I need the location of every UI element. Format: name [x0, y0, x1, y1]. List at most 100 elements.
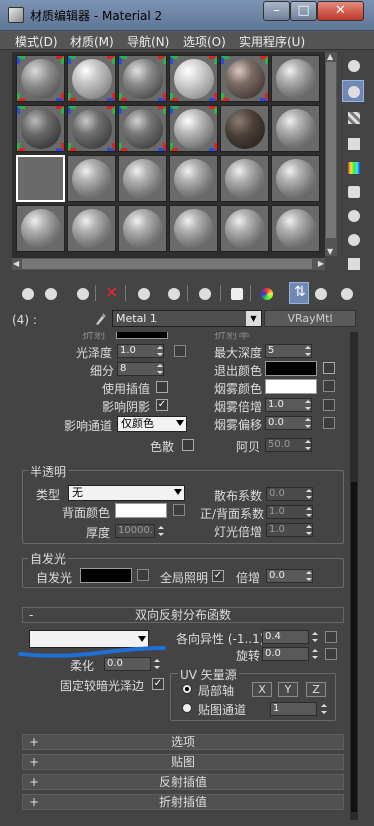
scroll-thumb[interactable]: [351, 482, 357, 812]
translucency-type-dropdown[interactable]: 无: [68, 485, 185, 501]
fog-color-swatch[interactable]: [265, 379, 317, 394]
sample-slot-20[interactable]: [67, 205, 116, 252]
material-id-channel-button[interactable]: [194, 282, 214, 304]
go-to-parent-button[interactable]: ⇅: [289, 282, 309, 304]
fog-color-map-button[interactable]: [323, 380, 335, 392]
scroll-right-arrow-icon[interactable]: ▶: [318, 259, 324, 268]
use-interpolation-checkbox[interactable]: [156, 381, 168, 393]
back-color-map-button[interactable]: [173, 504, 185, 516]
affect-shadows-checkbox[interactable]: ✓: [156, 399, 168, 411]
sample-slot-12[interactable]: [271, 105, 320, 152]
map-channel-input[interactable]: 1: [270, 702, 317, 716]
scatter-coeff-spinner[interactable]: [305, 487, 313, 501]
subdivs-spinner[interactable]: [156, 362, 164, 376]
refract-interp-rollout-header[interactable]: + 折射插值: [22, 794, 344, 810]
sample-slot-5[interactable]: [220, 55, 269, 102]
sample-slot-8[interactable]: [67, 105, 116, 152]
scroll-thumb[interactable]: [326, 62, 336, 238]
select-by-material-button[interactable]: [342, 228, 364, 250]
eyedropper-icon[interactable]: [94, 310, 108, 326]
sample-slot-21[interactable]: [118, 205, 167, 252]
sample-slot-17[interactable]: [220, 155, 269, 202]
reset-map-button[interactable]: ✕: [101, 282, 121, 304]
sample-slot-19[interactable]: [16, 205, 65, 252]
self-illumination-swatch[interactable]: [80, 568, 132, 583]
fix-dark-edges-checkbox[interactable]: ✓: [152, 678, 164, 690]
sample-slot-15[interactable]: [118, 155, 167, 202]
fwd-back-coeff-spinner[interactable]: [305, 505, 313, 519]
thickness-spinner[interactable]: [157, 524, 165, 538]
pick-from-object-button[interactable]: [336, 282, 356, 304]
background-button[interactable]: [342, 106, 364, 128]
put-to-library-button[interactable]: [163, 282, 183, 304]
fog-multiplier-spinner[interactable]: [304, 398, 312, 412]
sample-slot-18[interactable]: [271, 155, 320, 202]
options-button[interactable]: [342, 204, 364, 226]
anisotropy-input[interactable]: 0.4: [262, 630, 309, 644]
backlight-button[interactable]: [342, 80, 364, 102]
axis-y-button[interactable]: Y: [278, 682, 298, 697]
sample-slot-22[interactable]: [169, 205, 218, 252]
sample-slot-1[interactable]: [16, 55, 65, 102]
sample-slot-13[interactable]: [16, 155, 65, 202]
axis-x-button[interactable]: X: [252, 682, 272, 697]
reflect-interp-rollout-header[interactable]: + 反射插值: [22, 774, 344, 790]
local-axis-radio[interactable]: [182, 684, 192, 694]
light-multiplier-spinner[interactable]: [305, 523, 313, 537]
sample-slot-11[interactable]: [220, 105, 269, 152]
glossiness-spinner[interactable]: [156, 344, 164, 358]
sample-slot-2[interactable]: [67, 55, 116, 102]
menu-material[interactable]: 材质(M): [70, 33, 114, 50]
sample-slot-9[interactable]: [118, 105, 167, 152]
anisotropy-map-button[interactable]: [325, 631, 337, 643]
sample-slot-23[interactable]: [220, 205, 269, 252]
exit-color-checkbox[interactable]: [323, 362, 335, 374]
chevron-down-icon[interactable]: ▼: [246, 311, 261, 326]
uv-tiling-button[interactable]: [342, 132, 364, 154]
scroll-left-arrow-icon[interactable]: ◀: [13, 259, 19, 268]
dispersion-checkbox[interactable]: [182, 439, 194, 451]
gi-checkbox[interactable]: ✓: [212, 570, 224, 582]
map-channel-spinner[interactable]: [320, 702, 328, 716]
affect-channels-dropdown[interactable]: 仅颜色: [117, 416, 187, 432]
show-end-result-button[interactable]: [256, 282, 276, 304]
rotation-map-button[interactable]: [325, 648, 337, 660]
back-color-swatch[interactable]: [115, 503, 167, 518]
fog-multiplier-map-button[interactable]: [323, 399, 335, 411]
go-forward-sibling-button[interactable]: [310, 282, 330, 304]
sample-slot-4[interactable]: [169, 55, 218, 102]
sample-slot-16[interactable]: [169, 155, 218, 202]
close-button[interactable]: ✕: [317, 1, 364, 21]
material-name-field[interactable]: Metal 1 ▼: [112, 310, 262, 327]
get-material-button[interactable]: [17, 282, 37, 304]
show-shaded-material-button[interactable]: [226, 282, 246, 304]
menu-mode[interactable]: 模式(D): [15, 33, 58, 50]
sample-slot-7[interactable]: [16, 105, 65, 152]
slots-vertical-scrollbar[interactable]: ▲ ▼: [325, 52, 337, 256]
scroll-down-arrow-icon[interactable]: ▼: [327, 247, 333, 256]
abbe-spinner[interactable]: [304, 438, 312, 452]
self-illum-multiplier-spinner[interactable]: [305, 569, 313, 583]
video-color-check-button[interactable]: [342, 156, 364, 178]
scroll-thumb[interactable]: [22, 259, 312, 269]
brdf-rollout-header[interactable]: - 双向反射分布函数: [22, 607, 344, 623]
self-illumination-map-button[interactable]: [137, 569, 149, 581]
rotation-input[interactable]: 0.0: [262, 647, 309, 661]
scroll-up-arrow-icon[interactable]: ▲: [327, 52, 333, 61]
axis-z-button[interactable]: Z: [306, 682, 326, 697]
options-rollout-header[interactable]: + 选项: [22, 734, 344, 750]
maps-rollout-header[interactable]: + 贴图: [22, 754, 344, 770]
refraction-color-swatch[interactable]: [116, 332, 168, 339]
fog-bias-spinner[interactable]: [304, 416, 312, 430]
max-depth-spinner[interactable]: [304, 344, 312, 358]
thickness-input[interactable]: 10000.: [115, 524, 155, 538]
sample-slot-10[interactable]: [169, 105, 218, 152]
exit-color-swatch[interactable]: [265, 361, 317, 376]
sample-slot-14[interactable]: [67, 155, 116, 202]
put-to-scene-button[interactable]: [40, 282, 60, 304]
menu-options[interactable]: 选项(O): [183, 33, 226, 50]
maximize-button[interactable]: □: [290, 1, 317, 21]
fog-bias-map-button[interactable]: [323, 417, 335, 429]
assign-to-selection-button[interactable]: [72, 282, 92, 304]
sample-type-button[interactable]: [342, 54, 364, 76]
